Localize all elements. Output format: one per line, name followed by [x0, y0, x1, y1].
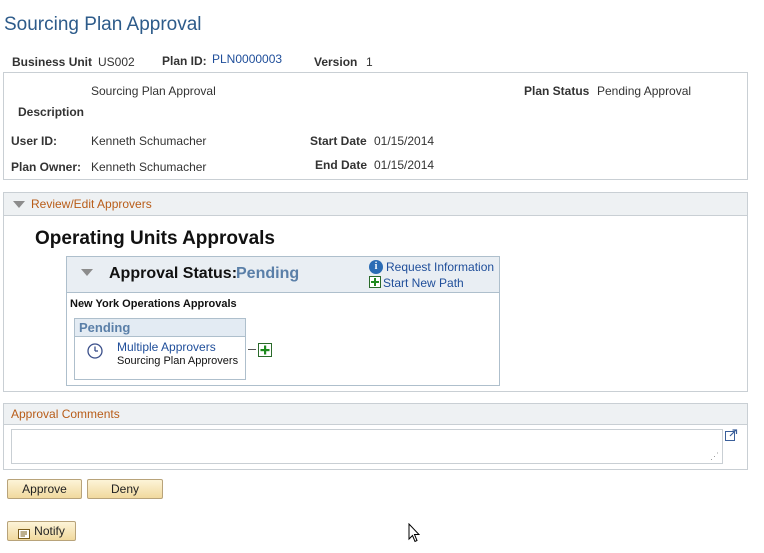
approve-button[interactable]: Approve [7, 479, 82, 499]
mouse-cursor-icon [408, 522, 421, 546]
start-new-path-link[interactable]: Start New Path [383, 276, 464, 290]
approval-stage-box: Pending Multiple Approvers Sourcing Plan… [74, 318, 246, 380]
multiple-approvers-link[interactable]: Multiple Approvers [117, 340, 216, 354]
start-date-label: Start Date [310, 134, 367, 148]
stage-status: Pending [79, 320, 131, 335]
approval-status-label: Approval Status: [109, 265, 238, 282]
clock-icon [87, 343, 103, 362]
approval-status-header: Approval Status: Pending i Request Infor… [67, 257, 499, 293]
start-date-value: 01/15/2014 [374, 134, 435, 148]
notify-label: Notify [34, 524, 65, 538]
review-approvers-title[interactable]: Review/Edit Approvers [31, 197, 152, 211]
end-date-value: 01/15/2014 [374, 158, 435, 172]
review-approvers-section: Review/Edit Approvers Operating Units Ap… [3, 192, 748, 392]
business-unit-label: Business Unit [12, 55, 93, 69]
expand-textarea-icon[interactable] [725, 429, 738, 441]
collapse-triangle-icon[interactable] [13, 201, 25, 208]
approval-comments-title: Approval Comments [11, 407, 120, 421]
approval-comments-textarea[interactable] [11, 429, 723, 464]
approver-role: Sourcing Plan Approvers [117, 355, 239, 367]
user-id-label: User ID: [11, 134, 58, 148]
info-icon[interactable]: i [369, 260, 383, 274]
description-value: Sourcing Plan Approval [91, 84, 216, 98]
status-collapse-icon[interactable] [81, 269, 93, 276]
plan-details-panel: Sourcing Plan Approval Description Plan … [3, 72, 748, 180]
operating-units-title: Operating Units Approvals [35, 228, 275, 249]
plan-status-value: Pending Approval [597, 84, 692, 98]
plan-status-label: Plan Status [524, 84, 590, 98]
stage-header: Pending [75, 319, 245, 337]
review-approvers-header[interactable]: Review/Edit Approvers [3, 192, 748, 216]
plan-id-value: PLN0000003 [212, 52, 283, 66]
add-approver-icon[interactable] [258, 343, 272, 357]
request-information-link[interactable]: Request Information [386, 260, 494, 274]
plan-owner-value: Kenneth Schumacher [91, 160, 207, 174]
notify-button[interactable]: Notify [7, 521, 76, 541]
path-name: New York Operations Approvals [70, 298, 237, 310]
page-title: Sourcing Plan Approval [4, 14, 202, 35]
end-date-label: End Date [315, 158, 368, 172]
description-label: Description [18, 105, 85, 119]
version-value: 1 [366, 55, 373, 69]
add-path-icon[interactable] [369, 276, 381, 288]
approval-comments-section: Approval Comments ⋰ [3, 403, 748, 470]
resize-grip-icon[interactable]: ⋰ [710, 451, 719, 462]
business-unit-value: US002 [98, 55, 135, 69]
notify-icon [18, 526, 31, 539]
version-label: Version [314, 55, 358, 69]
approval-comments-header: Approval Comments [3, 403, 748, 425]
plan-id-label: Plan ID: [162, 54, 207, 68]
plan-owner-label: Plan Owner: [11, 160, 82, 174]
deny-button[interactable]: Deny [87, 479, 163, 499]
connector-line [248, 349, 256, 350]
approval-path-box: Approval Status: Pending i Request Infor… [66, 256, 500, 386]
user-id-value: Kenneth Schumacher [91, 134, 207, 148]
approval-status-value: Pending [236, 265, 300, 282]
